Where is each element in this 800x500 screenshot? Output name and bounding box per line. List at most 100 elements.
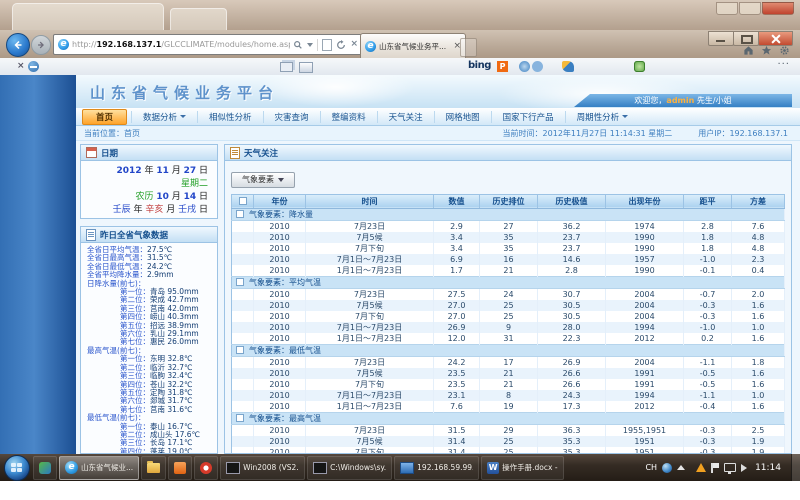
new-tab-button[interactable] xyxy=(460,38,477,57)
forward-button[interactable] xyxy=(31,35,51,55)
taskbar-button-5[interactable]: Win2008 (VS2... xyxy=(220,456,305,480)
toolbar-app-icon[interactable]: P xyxy=(497,61,508,72)
background-window xyxy=(170,8,227,32)
table-row: 20107月1日～7月23日6.91614.61957-1.02.3 xyxy=(232,254,785,265)
menu-item-2[interactable]: 相似性分析 xyxy=(197,111,263,123)
table-row: 20107月下旬3.43523.719901.84.8 xyxy=(232,243,785,254)
main-menu: 首页数据分析相似性分析灾害查询整编资料天气关注网格地图国家下行产品周期性分析 xyxy=(76,108,800,126)
element-dropdown-button[interactable]: 气象要素 xyxy=(231,172,295,188)
calendar-body: 2012 年 11 月 27 日 星期二 农历 10 月 14 日 壬辰 年 辛… xyxy=(81,161,217,217)
back-button[interactable] xyxy=(6,33,30,57)
toolbar-more-icon[interactable]: ··· xyxy=(777,59,790,70)
yesterday-data-body: 全省日平均气温：27.5℃全省日最高气温：31.5℃全省日最低气温：24.2℃全… xyxy=(81,243,217,453)
mail-icon[interactable] xyxy=(299,62,313,73)
taskbar-button-4[interactable] xyxy=(194,456,218,480)
taskbar-button-3[interactable] xyxy=(168,456,192,480)
folder-icon xyxy=(147,463,160,473)
close-button[interactable] xyxy=(758,31,793,46)
select-all-checkbox[interactable] xyxy=(239,197,247,205)
menu-item-7[interactable]: 国家下行产品 xyxy=(491,111,565,123)
forward-arrow-icon xyxy=(36,40,46,50)
language-indicator[interactable]: CH xyxy=(645,463,657,472)
menu-item-8[interactable]: 周期性分析 xyxy=(565,111,640,123)
main-panel: 天气关注 气象要素 年份时间数值历史排位历史极值出现年份距平方差 xyxy=(224,144,792,454)
desktop-background xyxy=(0,0,800,30)
word-icon: W xyxy=(487,462,499,474)
menu-item-0[interactable]: 首页 xyxy=(82,109,127,125)
clock[interactable]: 11:14 xyxy=(755,463,781,473)
page: 山东省气候业务平台 欢迎您，admin 先生/小姐 首页数据分析相似性分析灾害查… xyxy=(76,75,800,454)
table-row: 20107月下旬23.52126.61991-0.51.6 xyxy=(232,379,785,390)
column-header: 距平 xyxy=(684,194,732,208)
stop-icon[interactable]: × xyxy=(350,40,358,49)
compatibility-view-icon[interactable] xyxy=(322,39,332,51)
taskbar-button-2[interactable] xyxy=(141,456,166,480)
toolbar-icon-1[interactable] xyxy=(519,61,530,72)
column-header: 年份 xyxy=(254,194,306,208)
taskbar-button-1[interactable]: e山东省气候业... xyxy=(59,456,139,480)
bing-logo[interactable]: bing xyxy=(468,60,491,71)
table-row: 20101月1日～7月23日12.03122.320120.21.6 xyxy=(232,333,785,345)
chevron-down-icon[interactable] xyxy=(307,43,313,47)
group-checkbox[interactable] xyxy=(236,210,244,218)
taskbar: e山东省气候业... Win2008 (VS2...C:\Windows\sy..… xyxy=(0,454,800,481)
group-checkbox[interactable] xyxy=(236,414,244,422)
page-viewport: 山东省气候业务平台 欢迎您，admin 先生/小姐 首页数据分析相似性分析灾害查… xyxy=(0,75,800,454)
tab-title: 山东省气候业务平... xyxy=(379,41,450,52)
notification-close-icon[interactable]: × xyxy=(17,61,25,71)
taskbar-button-0[interactable] xyxy=(33,456,57,480)
menu-item-6[interactable]: 网格地图 xyxy=(434,111,491,123)
column-header: 数值 xyxy=(434,194,480,208)
menu-item-3[interactable]: 灾害查询 xyxy=(263,111,320,123)
report-icon xyxy=(86,229,96,241)
table-row: 20107月1日～7月23日26.9928.01994-1.01.0 xyxy=(232,322,785,333)
refresh-icon[interactable] xyxy=(336,40,346,50)
start-button[interactable] xyxy=(4,455,30,481)
weather-focus-icon xyxy=(230,147,240,159)
group-checkbox[interactable] xyxy=(236,278,244,286)
taskbar-button-7[interactable]: 192.168.59.99... xyxy=(394,456,479,480)
browser-tab[interactable]: e 山东省气候业务平... × xyxy=(360,33,466,59)
browser-addon-toolbar: × bing P ··· xyxy=(0,58,800,76)
menu-item-1[interactable]: 数据分析 xyxy=(131,111,197,123)
menu-item-4[interactable]: 整编资料 xyxy=(320,111,377,123)
address-bar[interactable]: e http://192.168.137.1/GLCCLIMATE/module… xyxy=(53,34,363,55)
divider xyxy=(317,39,318,51)
network-icon[interactable] xyxy=(724,463,736,472)
calendar-panel-header: 日期 xyxy=(81,145,217,161)
toolbar-icon-3[interactable] xyxy=(634,61,645,72)
column-header: 出现年份 xyxy=(606,194,684,208)
tray-expand-icon[interactable] xyxy=(677,465,685,470)
current-time-text: 当前时间：2012年11月27日 11:14:31 星期二 xyxy=(503,128,673,139)
favorites-star-icon[interactable] xyxy=(761,45,772,56)
alert-icon[interactable] xyxy=(696,463,706,472)
toolbar-icon-2[interactable] xyxy=(562,61,574,72)
terminal-icon xyxy=(313,462,327,474)
menu-item-5[interactable]: 天气关注 xyxy=(377,111,434,123)
background-minimize-button xyxy=(716,2,738,15)
tools-gear-icon[interactable] xyxy=(779,45,790,56)
show-desktop-button[interactable] xyxy=(791,454,800,481)
cards-icon[interactable] xyxy=(280,62,293,72)
ime-globe-icon[interactable] xyxy=(662,463,672,473)
column-header: 时间 xyxy=(306,194,434,208)
sidebar: 日期 2012 年 11 月 27 日 星期二 农历 10 月 14 日 壬辰 … xyxy=(80,144,218,454)
taskbar-button-8[interactable]: W操作手册.docx -... xyxy=(481,456,564,480)
weekday-text: 星期二 xyxy=(85,178,208,191)
system-tray: CH 11:14 xyxy=(645,454,800,481)
table-header-row: 年份时间数值历史排位历史极值出现年份距平方差 xyxy=(232,194,785,208)
screen: e http://192.168.137.1/GLCCLIMATE/module… xyxy=(0,0,800,500)
site-title: 山东省气候业务平台 xyxy=(90,82,279,103)
volume-icon[interactable] xyxy=(741,464,747,472)
home-icon[interactable] xyxy=(743,45,754,56)
maximize-button[interactable] xyxy=(733,31,759,46)
action-center-icon[interactable] xyxy=(711,463,719,473)
minimize-button[interactable] xyxy=(708,31,734,46)
page-left-band xyxy=(0,75,76,454)
site-favicon: e xyxy=(58,39,69,50)
search-icon[interactable] xyxy=(293,40,303,50)
remote-icon xyxy=(400,462,414,474)
group-checkbox[interactable] xyxy=(236,346,244,354)
taskbar-button-6[interactable]: C:\Windows\sy... xyxy=(307,456,392,480)
background-window-caption xyxy=(716,2,794,15)
